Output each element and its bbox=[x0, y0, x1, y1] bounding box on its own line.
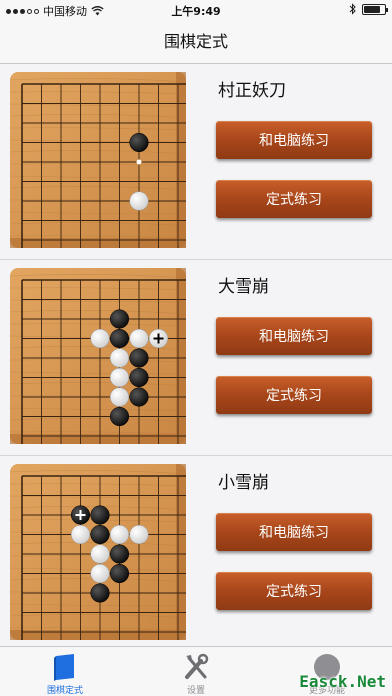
board-edge bbox=[176, 268, 186, 444]
bluetooth-icon bbox=[349, 3, 356, 15]
board-edge bbox=[176, 72, 186, 248]
tab-label: 围棋定式 bbox=[46, 686, 83, 696]
row-divider bbox=[0, 259, 392, 260]
play-computer-button[interactable]: 和电脑练习 bbox=[216, 317, 372, 355]
joseki-board-3[interactable] bbox=[10, 464, 186, 640]
joseki-board-1[interactable] bbox=[10, 72, 186, 248]
board-edge bbox=[10, 630, 186, 640]
black-stone bbox=[90, 524, 110, 545]
white-stone bbox=[90, 544, 110, 564]
battery-icon bbox=[362, 3, 388, 15]
joseki-title: 大雪崩 bbox=[218, 277, 269, 297]
black-stone bbox=[129, 387, 149, 407]
white-stone bbox=[70, 524, 91, 545]
board-surface bbox=[10, 72, 186, 248]
page-title: 围棋定式 bbox=[163, 32, 228, 51]
book-icon bbox=[54, 654, 74, 681]
status-bar: 中国移动 上午9:49 bbox=[0, 0, 392, 20]
white-stone bbox=[109, 387, 130, 407]
board-edge bbox=[176, 464, 186, 640]
play-computer-button[interactable]: 和电脑练习 bbox=[216, 121, 372, 159]
black-stone bbox=[129, 132, 149, 153]
black-stone bbox=[90, 505, 110, 525]
black-stone bbox=[129, 367, 149, 388]
tab-settings[interactable]: 设置 bbox=[131, 647, 261, 696]
white-stone bbox=[129, 328, 149, 349]
practice-button[interactable]: 定式练习 bbox=[216, 572, 372, 610]
white-stone bbox=[90, 328, 110, 349]
board-edge bbox=[10, 434, 186, 444]
black-stone bbox=[129, 348, 149, 368]
practice-button[interactable]: 定式练习 bbox=[216, 376, 372, 414]
white-stone bbox=[129, 524, 149, 545]
black-stone bbox=[90, 583, 110, 603]
row-divider bbox=[0, 455, 392, 456]
black-stone bbox=[109, 563, 130, 584]
move-marker bbox=[136, 159, 142, 165]
black-stone bbox=[109, 406, 130, 427]
white-stone bbox=[90, 563, 110, 584]
joseki-board-2[interactable] bbox=[10, 268, 186, 444]
tools-icon bbox=[185, 653, 209, 679]
white-stone bbox=[109, 367, 130, 388]
board-surface bbox=[10, 268, 186, 444]
tab-label: 设置 bbox=[186, 686, 205, 696]
white-stone bbox=[109, 348, 130, 368]
white-stone bbox=[129, 191, 149, 211]
board-edge bbox=[10, 238, 186, 248]
joseki-title: 小雪崩 bbox=[218, 473, 269, 493]
practice-button[interactable]: 定式练习 bbox=[216, 180, 372, 218]
status-time: 上午9:49 bbox=[171, 5, 221, 18]
nav-bar: 围棋定式 bbox=[0, 20, 392, 64]
black-stone bbox=[109, 309, 130, 329]
black-stone bbox=[109, 544, 130, 564]
joseki-title: 村正妖刀 bbox=[218, 81, 286, 101]
play-computer-button[interactable]: 和电脑练习 bbox=[216, 513, 372, 551]
status-right bbox=[349, 3, 388, 15]
watermark-text: Easck.Net bbox=[299, 672, 386, 691]
black-stone bbox=[109, 328, 130, 349]
white-stone bbox=[109, 524, 130, 545]
tab-joseki[interactable]: 围棋定式 bbox=[0, 647, 130, 696]
